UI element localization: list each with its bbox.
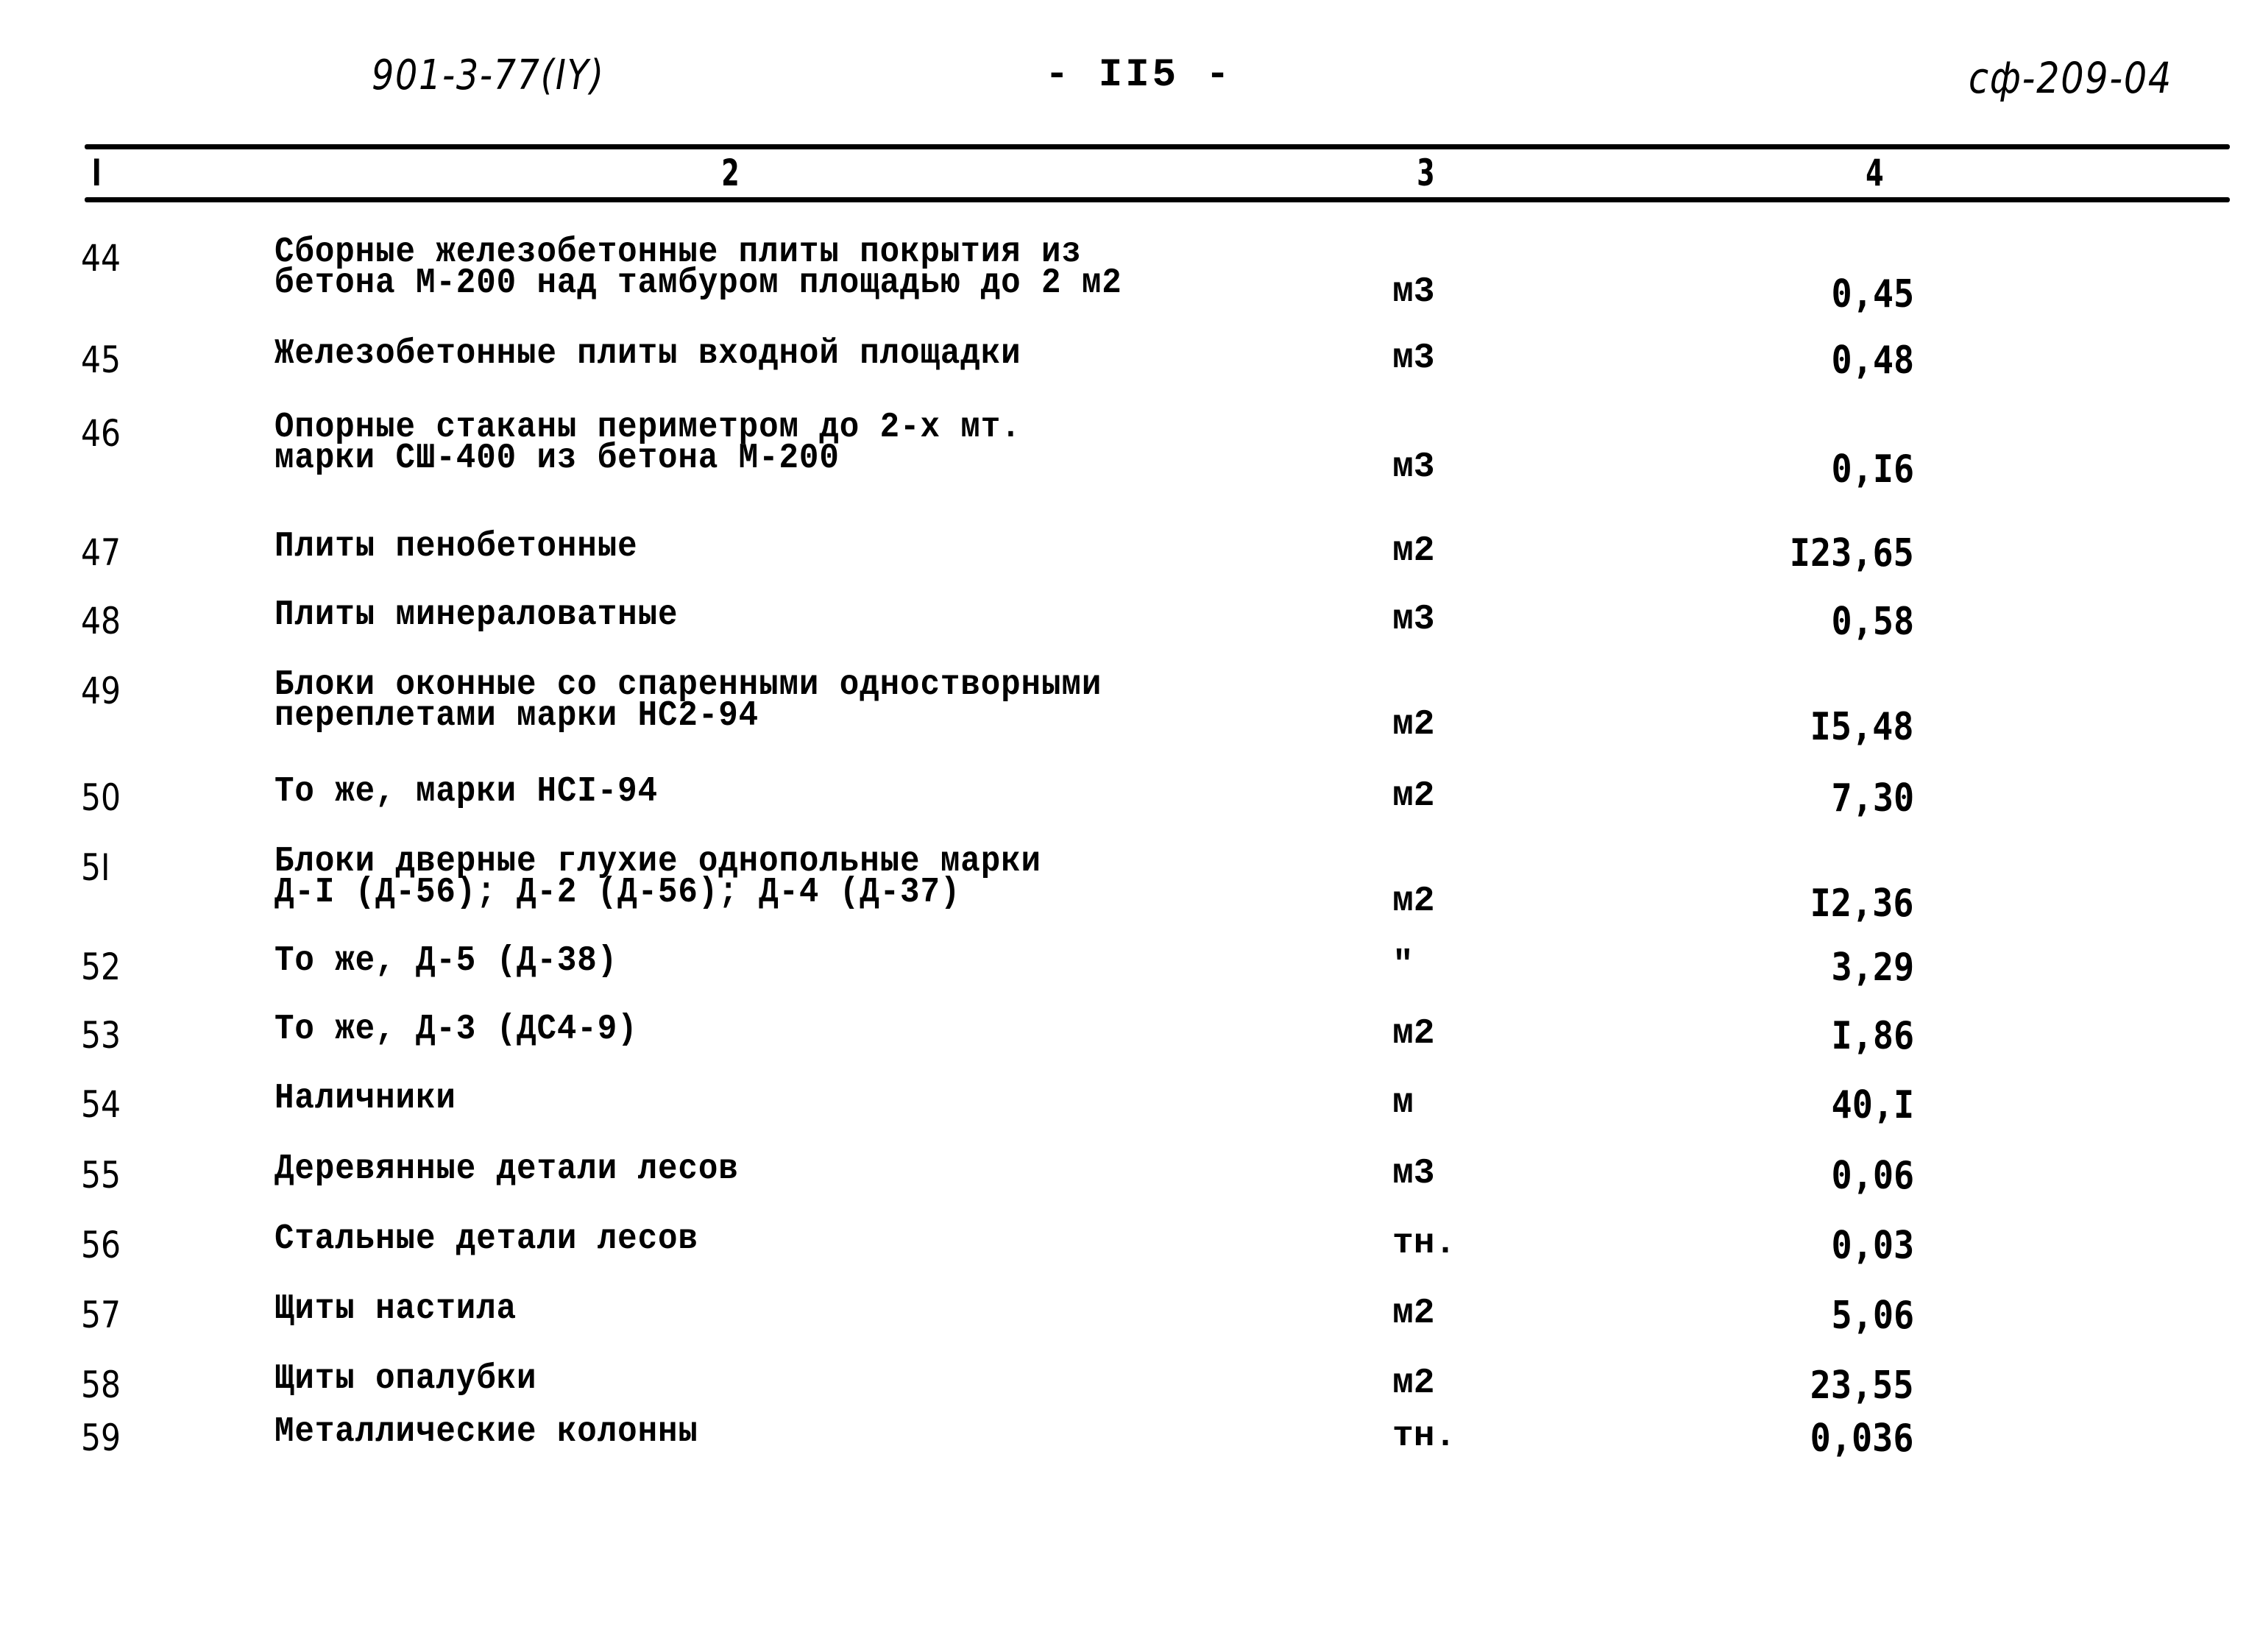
column-header-4: 4 (1866, 152, 1884, 194)
row-description: Сборные железобетонные плиты покрытия из… (274, 235, 1122, 303)
description-line: Наличники (274, 1079, 456, 1119)
description-line: Железобетонные плиты входной площадки (274, 334, 1021, 374)
row-unit: тн. (1392, 1417, 1456, 1456)
row-description: Щиты опалубки (274, 1359, 537, 1399)
row-number: 48 (81, 600, 121, 642)
description-line: То же, марки НСI-94 (274, 772, 658, 812)
sheet-code: сф-209-04 (1969, 53, 2172, 103)
row-number: 46 (81, 412, 121, 455)
document-code: 901-3-77(IY) (372, 52, 605, 99)
row-quantity: 0,03 (1831, 1224, 1914, 1268)
row-description: Щиты настила (274, 1289, 517, 1329)
row-description: Металлические колонны (274, 1412, 698, 1452)
row-unit: " (1392, 946, 1414, 985)
row-number: 5I (81, 846, 110, 889)
row-unit: м2 (1392, 1364, 1435, 1403)
row-number: 44 (81, 237, 121, 280)
description-line: бетона М-200 над тамбуром площадью до 2 … (274, 263, 1122, 303)
row-unit: м2 (1392, 705, 1435, 745)
row-description: Плиты пенобетонные (274, 527, 638, 567)
row-quantity: 3,29 (1831, 946, 1914, 990)
description-line: марки СШ-400 из бетона М-200 (274, 439, 840, 478)
column-header-1: I (91, 152, 102, 194)
row-unit: м2 (1392, 1294, 1435, 1333)
row-description: То же, Д-5 (Д-38) (274, 941, 618, 981)
table-top-rule (85, 144, 2230, 149)
row-quantity: I,86 (1831, 1014, 1914, 1058)
row-description: То же, марки НСI-94 (274, 772, 658, 812)
row-description: Наличники (274, 1079, 456, 1119)
description-line: Щиты настила (274, 1289, 517, 1329)
row-quantity: 0,58 (1831, 600, 1914, 644)
description-line: Деревянные детали лесов (274, 1149, 739, 1189)
row-unit: м2 (1392, 1014, 1435, 1054)
page-number: - II5 - (1045, 53, 1233, 98)
row-quantity: 23,55 (1810, 1364, 1914, 1408)
table-header-rule (85, 197, 2230, 202)
row-unit: м3 (1392, 600, 1435, 639)
row-number: 47 (81, 531, 121, 574)
row-description: Опорные стаканы периметром до 2-х мт. мар… (274, 410, 1021, 478)
row-quantity: 0,48 (1831, 338, 1914, 383)
description-line: То же, Д-5 (Д-38) (274, 941, 618, 981)
description-line: Плиты минераловатные (274, 595, 679, 635)
row-quantity: 5,06 (1831, 1294, 1914, 1338)
row-unit: м3 (1392, 272, 1435, 312)
row-description: Плиты минераловатные (274, 595, 679, 635)
row-unit: тн. (1392, 1224, 1456, 1263)
row-unit: м2 (1392, 776, 1435, 816)
row-quantity: 40,I (1831, 1083, 1914, 1127)
row-number: 58 (81, 1364, 121, 1406)
row-unit: м3 (1392, 1154, 1435, 1194)
row-description: Блоки дверные глухие однопольные марки Д-… (274, 844, 1041, 912)
description-line: То же, Д-3 (ДС4-9) (274, 1010, 638, 1049)
row-quantity: 0,036 (1810, 1417, 1914, 1461)
column-header-3: 3 (1417, 152, 1435, 194)
row-description: То же, Д-3 (ДС4-9) (274, 1010, 638, 1049)
row-unit: м (1392, 1083, 1414, 1123)
row-unit: м2 (1392, 882, 1435, 921)
row-unit: м3 (1392, 338, 1435, 378)
row-number: 59 (81, 1417, 121, 1459)
row-quantity: I5,48 (1810, 705, 1914, 749)
row-unit: м3 (1392, 447, 1435, 487)
row-description: Стальные детали лесов (274, 1219, 698, 1259)
row-unit: м2 (1392, 531, 1435, 571)
row-quantity: 0,06 (1831, 1154, 1914, 1198)
row-quantity: I2,36 (1810, 882, 1914, 926)
row-number: 50 (81, 776, 121, 819)
row-description: Деревянные детали лесов (274, 1149, 739, 1189)
description-line: Щиты опалубки (274, 1359, 537, 1399)
description-line: Металлические колонны (274, 1412, 698, 1452)
row-quantity: 0,I6 (1831, 447, 1914, 492)
row-number: 56 (81, 1224, 121, 1266)
row-number: 49 (81, 670, 121, 712)
row-number: 55 (81, 1154, 121, 1197)
row-number: 53 (81, 1014, 121, 1057)
row-quantity: 7,30 (1831, 776, 1914, 820)
row-quantity: 0,45 (1831, 272, 1914, 316)
row-number: 52 (81, 946, 121, 988)
row-number: 45 (81, 338, 121, 381)
row-description: Блоки оконные со спаренными одностворным… (274, 667, 1102, 736)
description-line: Стальные детали лесов (274, 1219, 698, 1259)
description-line: переплетами марки НС2-94 (274, 696, 759, 736)
description-line: Д-I (Д-56); Д-2 (Д-56); Д-4 (Д-37) (274, 873, 961, 912)
row-number: 57 (81, 1294, 121, 1336)
description-line: Плиты пенобетонные (274, 527, 638, 567)
column-header-2: 2 (721, 152, 740, 194)
row-quantity: I23,65 (1789, 531, 1914, 575)
row-description: Железобетонные плиты входной площадки (274, 334, 1021, 374)
row-number: 54 (81, 1083, 121, 1126)
